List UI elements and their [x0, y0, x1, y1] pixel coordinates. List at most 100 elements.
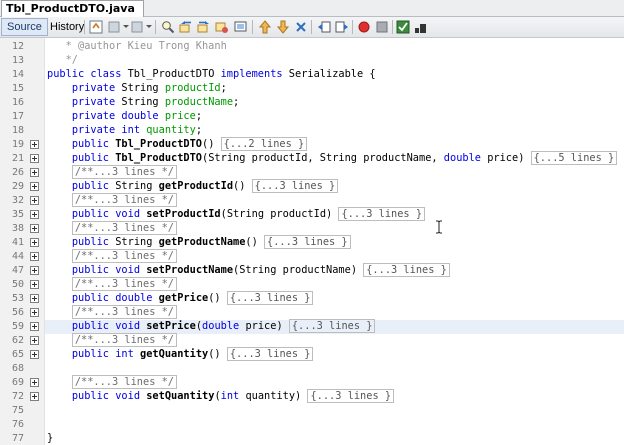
shift-left-icon[interactable]	[317, 20, 331, 34]
folded-code-block[interactable]: {...3 lines }	[363, 263, 450, 277]
expand-fold-icon[interactable]	[30, 308, 39, 317]
diff-icon[interactable]	[414, 20, 428, 34]
code-line[interactable]: private double price;	[45, 110, 624, 124]
code-line[interactable]: public void setProductId(String productI…	[45, 207, 624, 222]
expand-fold-icon[interactable]	[30, 168, 39, 177]
code-line[interactable]: /**...3 lines */	[45, 333, 624, 348]
toolbar-separator	[392, 20, 393, 34]
toggle-rectangular-icon[interactable]	[234, 20, 248, 34]
code-line[interactable]: public double getPrice() {...3 lines }	[45, 291, 624, 306]
expand-fold-icon[interactable]	[30, 392, 39, 401]
code-line[interactable]: public Tbl_ProductDTO(String productId, …	[45, 151, 624, 166]
folded-comment[interactable]: /**...3 lines */	[71, 249, 178, 263]
code-line[interactable]: /**...3 lines */	[45, 277, 624, 292]
expand-fold-icon[interactable]	[30, 266, 39, 275]
line-number: 47	[11, 265, 24, 276]
line-number: 32	[11, 195, 24, 206]
back-dropdown-icon[interactable]	[123, 25, 129, 28]
folded-code-block[interactable]: {...3 lines }	[338, 207, 426, 221]
expand-fold-icon[interactable]	[30, 280, 39, 289]
folded-code-block[interactable]: {...3 lines }	[226, 347, 314, 361]
move-icon[interactable]	[294, 20, 308, 34]
code-line[interactable]: private int quantity;	[45, 124, 624, 138]
code-editor[interactable]: * @author Kieu Trong Khanh */public clas…	[45, 38, 624, 445]
find-next-icon[interactable]	[197, 20, 211, 34]
code-line[interactable]: /**...3 lines */	[45, 221, 624, 236]
line-number: 59	[11, 321, 24, 332]
shift-up-icon[interactable]	[258, 20, 272, 34]
expand-fold-icon[interactable]	[30, 140, 39, 149]
toggle-highlight-icon[interactable]	[215, 20, 229, 34]
forward-dropdown-icon[interactable]	[146, 25, 152, 28]
expand-fold-icon[interactable]	[30, 350, 39, 359]
code-line[interactable]: public String getProductId() {...3 lines…	[45, 179, 624, 194]
start-macro-icon[interactable]	[357, 20, 371, 34]
code-line[interactable]: */	[45, 54, 624, 68]
line-number: 21	[11, 153, 24, 164]
code-line[interactable]: public void setQuantity(int quantity) {.…	[45, 389, 624, 404]
code-line[interactable]: /**...3 lines */	[45, 193, 624, 208]
expand-fold-icon[interactable]	[30, 196, 39, 205]
expand-fold-icon[interactable]	[30, 238, 39, 247]
code-line[interactable]: public void setProductName(String produc…	[45, 263, 624, 278]
code-line[interactable]	[45, 362, 624, 376]
code-line[interactable]: /**...3 lines */	[45, 305, 624, 320]
folded-code-block[interactable]: {...3 lines }	[307, 389, 395, 403]
folded-code-block[interactable]: {...5 lines }	[530, 151, 618, 165]
code-line[interactable]: public int getQuantity() {...3 lines }	[45, 347, 624, 362]
folded-comment[interactable]: /**...3 lines */	[71, 375, 178, 389]
folded-comment[interactable]: /**...3 lines */	[71, 333, 178, 347]
code-line[interactable]: }	[45, 432, 624, 445]
forward-icon[interactable]	[131, 20, 145, 34]
line-number: 41	[11, 237, 24, 248]
toolbar-separator	[352, 20, 353, 34]
expand-fold-icon[interactable]	[30, 336, 39, 345]
line-number: 77	[11, 433, 24, 444]
expand-fold-icon[interactable]	[30, 182, 39, 191]
line-number: 56	[11, 307, 24, 318]
expand-fold-icon[interactable]	[30, 210, 39, 219]
file-tab[interactable]: Tbl_ProductDTO.java	[1, 0, 144, 17]
code-line[interactable]: public class Tbl_ProductDTO implements S…	[45, 68, 624, 82]
line-number: 35	[11, 209, 24, 220]
code-line[interactable]: private String productId;	[45, 82, 624, 96]
check-icon[interactable]	[396, 20, 410, 34]
code-line[interactable]: /**...3 lines */	[45, 165, 624, 180]
folded-code-block[interactable]: {...3 lines }	[226, 291, 314, 305]
expand-fold-icon[interactable]	[30, 252, 39, 261]
shift-right-icon[interactable]	[335, 20, 349, 34]
folded-comment[interactable]: /**...3 lines */	[71, 221, 178, 235]
folded-code-block[interactable]: {...3 lines }	[288, 319, 376, 333]
file-tab-label: Tbl_ProductDTO.java	[6, 2, 135, 15]
expand-fold-icon[interactable]	[30, 224, 39, 233]
expand-fold-icon[interactable]	[30, 154, 39, 163]
folded-code-block[interactable]: {...3 lines }	[251, 179, 339, 193]
source-tab[interactable]: Source	[1, 18, 48, 36]
find-selection-icon[interactable]	[161, 20, 175, 34]
stop-macro-icon[interactable]	[375, 20, 389, 34]
folded-comment[interactable]: /**...3 lines */	[71, 165, 178, 179]
folded-code-block[interactable]: {...3 lines }	[264, 235, 351, 249]
code-line[interactable]: public Tbl_ProductDTO() {...2 lines }	[45, 137, 624, 152]
expand-fold-icon[interactable]	[30, 294, 39, 303]
code-line[interactable]	[45, 404, 624, 418]
expand-fold-icon[interactable]	[30, 378, 39, 387]
back-icon[interactable]	[108, 20, 122, 34]
last-edit-icon[interactable]	[89, 20, 103, 34]
folded-comment[interactable]: /**...3 lines */	[71, 277, 178, 291]
line-number: 53	[11, 293, 24, 304]
code-line[interactable]: private String productName;	[45, 96, 624, 110]
shift-down-icon[interactable]	[276, 20, 290, 34]
find-previous-icon[interactable]	[179, 20, 193, 34]
folded-comment[interactable]: /**...3 lines */	[71, 193, 178, 207]
code-line[interactable]: /**...3 lines */	[45, 375, 624, 390]
code-line[interactable]: public void setPrice(double price) {...3…	[45, 319, 624, 334]
folded-comment[interactable]: /**...3 lines */	[71, 305, 178, 319]
folded-code-block[interactable]: {...2 lines }	[220, 137, 308, 151]
expand-fold-icon[interactable]	[30, 322, 39, 331]
code-line[interactable]: public String getProductName() {...3 lin…	[45, 235, 624, 250]
code-line[interactable]	[45, 418, 624, 432]
code-line[interactable]: * @author Kieu Trong Khanh	[45, 40, 624, 54]
code-line[interactable]: /**...3 lines */	[45, 249, 624, 264]
line-number: 18	[11, 125, 24, 136]
